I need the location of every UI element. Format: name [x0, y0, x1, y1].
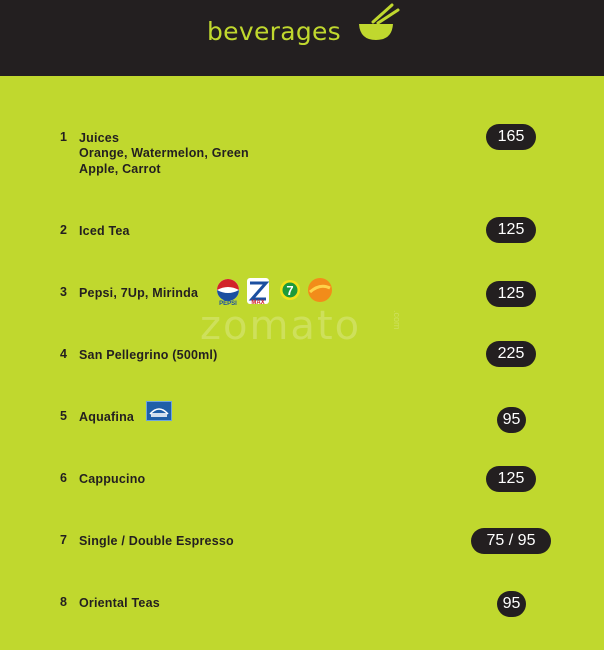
header-bar: beverages [0, 0, 604, 76]
item-name: Cappucino [79, 472, 146, 486]
page-title: beverages [207, 17, 341, 46]
item-number: 7 [60, 533, 67, 547]
7up-logo: 7 [280, 280, 300, 300]
svg-text:7: 7 [286, 283, 293, 298]
item-number: 3 [60, 285, 67, 299]
zomato-watermark-suffix: .com [392, 310, 402, 330]
price-badge: 125 [486, 217, 536, 243]
item-number: 2 [60, 223, 67, 237]
item-name: Oriental Teas [79, 596, 160, 610]
item-name: San Pellegrino (500ml) [79, 348, 218, 362]
item-number: 4 [60, 347, 67, 361]
item-name: Juices [79, 131, 120, 145]
price-badge: 165 [486, 124, 536, 150]
mirinda-logo [308, 278, 332, 302]
price-badge: 95 [497, 407, 526, 433]
diet-pepsi-logo: MAX [247, 278, 270, 306]
item-number: 6 [60, 471, 67, 485]
price-badge: 125 [486, 281, 536, 307]
soft-drink-logos: PEPSI MAX 7 [217, 278, 332, 307]
price-badge: 75 / 95 [471, 528, 551, 554]
zomato-watermark: zomato [200, 303, 362, 349]
bowl-chopsticks-icon [359, 3, 400, 40]
item-number: 5 [60, 409, 67, 423]
price-badge: 125 [486, 466, 536, 492]
pepsi-logo: PEPSI [217, 279, 239, 307]
item-number: 8 [60, 595, 67, 609]
item-name: Aquafina [79, 410, 135, 424]
item-name: Pepsi, 7Up, Mirinda [79, 286, 199, 300]
item-number: 1 [60, 130, 67, 144]
price-badge: 225 [486, 341, 536, 367]
item-description: Orange, Watermelon, Green Apple, Carrot [79, 146, 249, 176]
price-badge: 95 [497, 591, 526, 617]
item-name: Single / Double Espresso [79, 534, 234, 548]
svg-text:PEPSI: PEPSI [219, 301, 237, 307]
svg-text:MAX: MAX [251, 300, 264, 306]
aquafina-logo [146, 401, 172, 421]
item-name: Iced Tea [79, 224, 130, 238]
